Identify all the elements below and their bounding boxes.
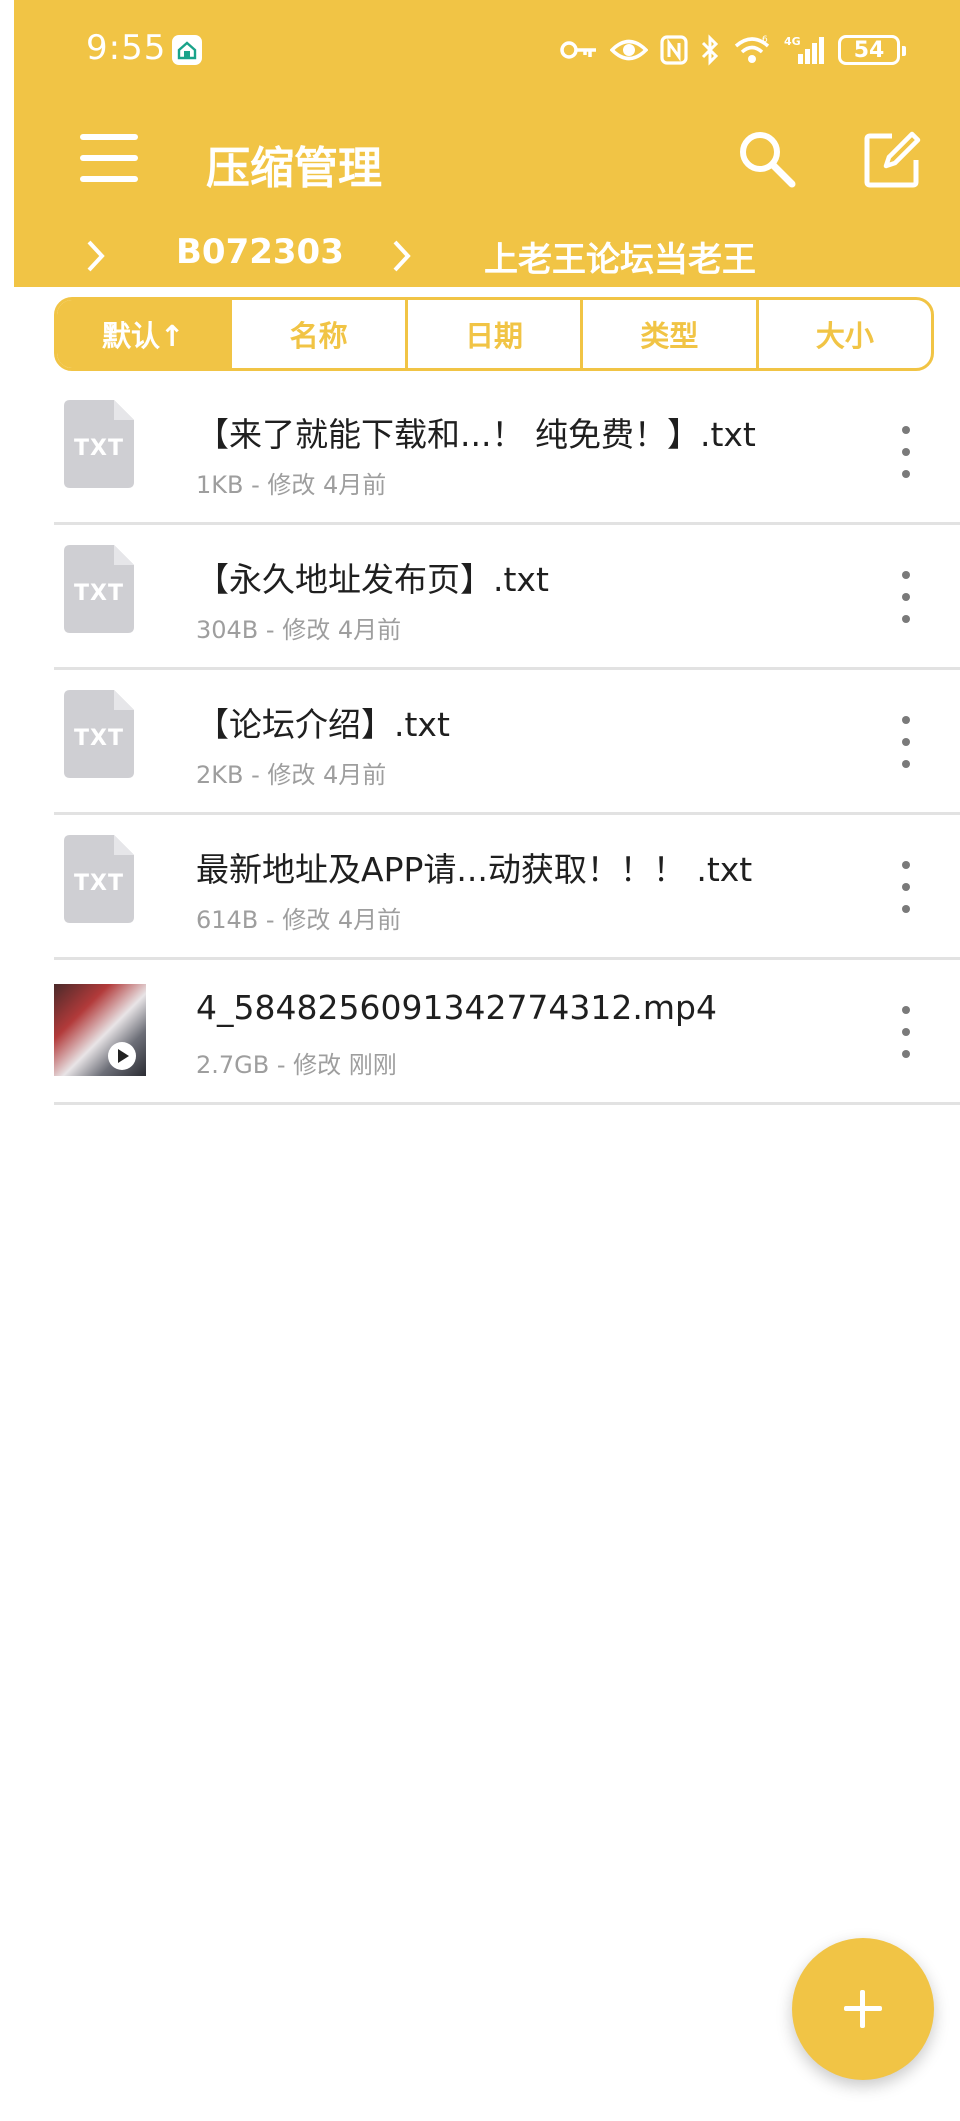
search-icon[interactable] [734,126,800,192]
bluetooth-icon [701,34,719,66]
txt-file-icon: TXT [64,400,136,490]
page-title: 压缩管理 [206,143,382,194]
more-options-icon[interactable] [893,712,919,772]
tab-sort-name[interactable]: 名称 [229,300,404,368]
wifi-icon: 6 [734,35,770,63]
menu-icon[interactable] [80,130,140,186]
eye-icon [610,39,648,61]
file-name: 4_5848256091342774312.mp4 [196,988,717,1027]
file-list-item[interactable]: TXT 最新地址及APP请...动获取！！！ .txt 614B - 修改 4月… [54,815,960,960]
breadcrumb-chevron-icon [393,240,411,272]
more-options-icon[interactable] [893,567,919,627]
signal-4g-icon: 4G [784,35,824,64]
status-time: 9:55 [86,28,167,68]
file-list-item[interactable]: 4_5848256091342774312.mp4 2.7GB - 修改 刚刚 [54,960,960,1105]
breadcrumb-item-current[interactable]: 上老王论坛当老王 [484,232,756,281]
file-meta: 304B - 修改 4月前 [196,616,402,644]
breadcrumb-chevron-icon [87,240,105,272]
file-list-item[interactable]: TXT 【来了就能下载和...！ 纯免费！】.txt 1KB - 修改 4月前 [54,380,960,525]
edit-icon[interactable] [862,130,922,190]
status-icons: 6 4G 54 [560,30,906,70]
file-list-item[interactable]: TXT 【永久地址发布页】.txt 304B - 修改 4月前 [54,525,960,670]
more-options-icon[interactable] [893,1002,919,1062]
key-icon [560,41,596,59]
file-meta: 614B - 修改 4月前 [196,906,402,934]
file-name: 【永久地址发布页】.txt [196,560,549,599]
file-name: 最新地址及APP请...动获取！！！ .txt [196,850,753,889]
txt-file-icon: TXT [64,545,136,635]
txt-file-icon: TXT [64,835,136,925]
svg-text:4G: 4G [784,35,801,48]
battery-level: 54 [853,37,885,63]
file-meta: 1KB - 修改 4月前 [196,471,387,499]
tab-sort-date[interactable]: 日期 [404,300,580,368]
txt-file-icon: TXT [64,690,136,780]
home-app-icon [172,35,202,65]
file-list-item[interactable]: TXT 【论坛介绍】.txt 2KB - 修改 4月前 [54,670,960,815]
more-options-icon[interactable] [893,857,919,917]
app-header: 9:55 6 4G 54 压缩管理 B072303 上老王论坛当老王 [14,0,960,287]
battery-icon: 54 [838,35,906,65]
tab-sort-default[interactable]: 默认↑ [57,300,230,368]
file-meta: 2.7GB - 修改 刚刚 [196,1051,397,1079]
more-options-icon[interactable] [893,422,919,482]
file-name: 【来了就能下载和...！ 纯免费！】.txt [196,415,756,454]
file-meta: 2KB - 修改 4月前 [196,761,387,789]
sort-tabs: 默认↑ 名称 日期 类型 大小 [54,297,934,371]
app-screen: 9:55 6 4G 54 压缩管理 B072303 上老王论坛当老王 默认↑ 名… [14,0,960,2121]
nfc-icon [660,35,688,65]
tab-sort-type[interactable]: 类型 [580,300,755,368]
video-thumbnail [54,984,146,1076]
add-button[interactable] [792,1938,934,2080]
tab-sort-size[interactable]: 大小 [755,300,931,368]
file-name: 【论坛介绍】.txt [196,705,450,744]
breadcrumb-item-folder[interactable]: B072303 [176,232,344,272]
play-icon [108,1042,136,1070]
svg-text:6: 6 [762,35,768,45]
